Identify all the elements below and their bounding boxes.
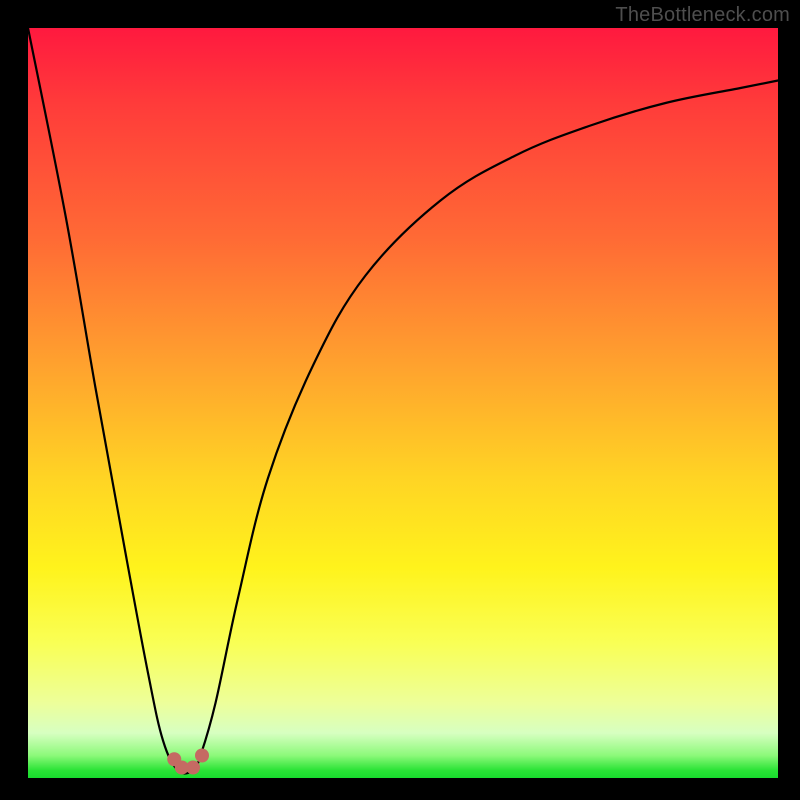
bottleneck-curve <box>28 28 778 774</box>
chart-stage: TheBottleneck.com <box>0 0 800 800</box>
min-markers <box>167 749 209 775</box>
min-marker-mid-r <box>186 761 200 775</box>
plot-area <box>28 28 778 778</box>
min-marker-right <box>195 749 209 763</box>
curve-svg <box>28 28 778 778</box>
watermark-text: TheBottleneck.com <box>615 4 790 27</box>
